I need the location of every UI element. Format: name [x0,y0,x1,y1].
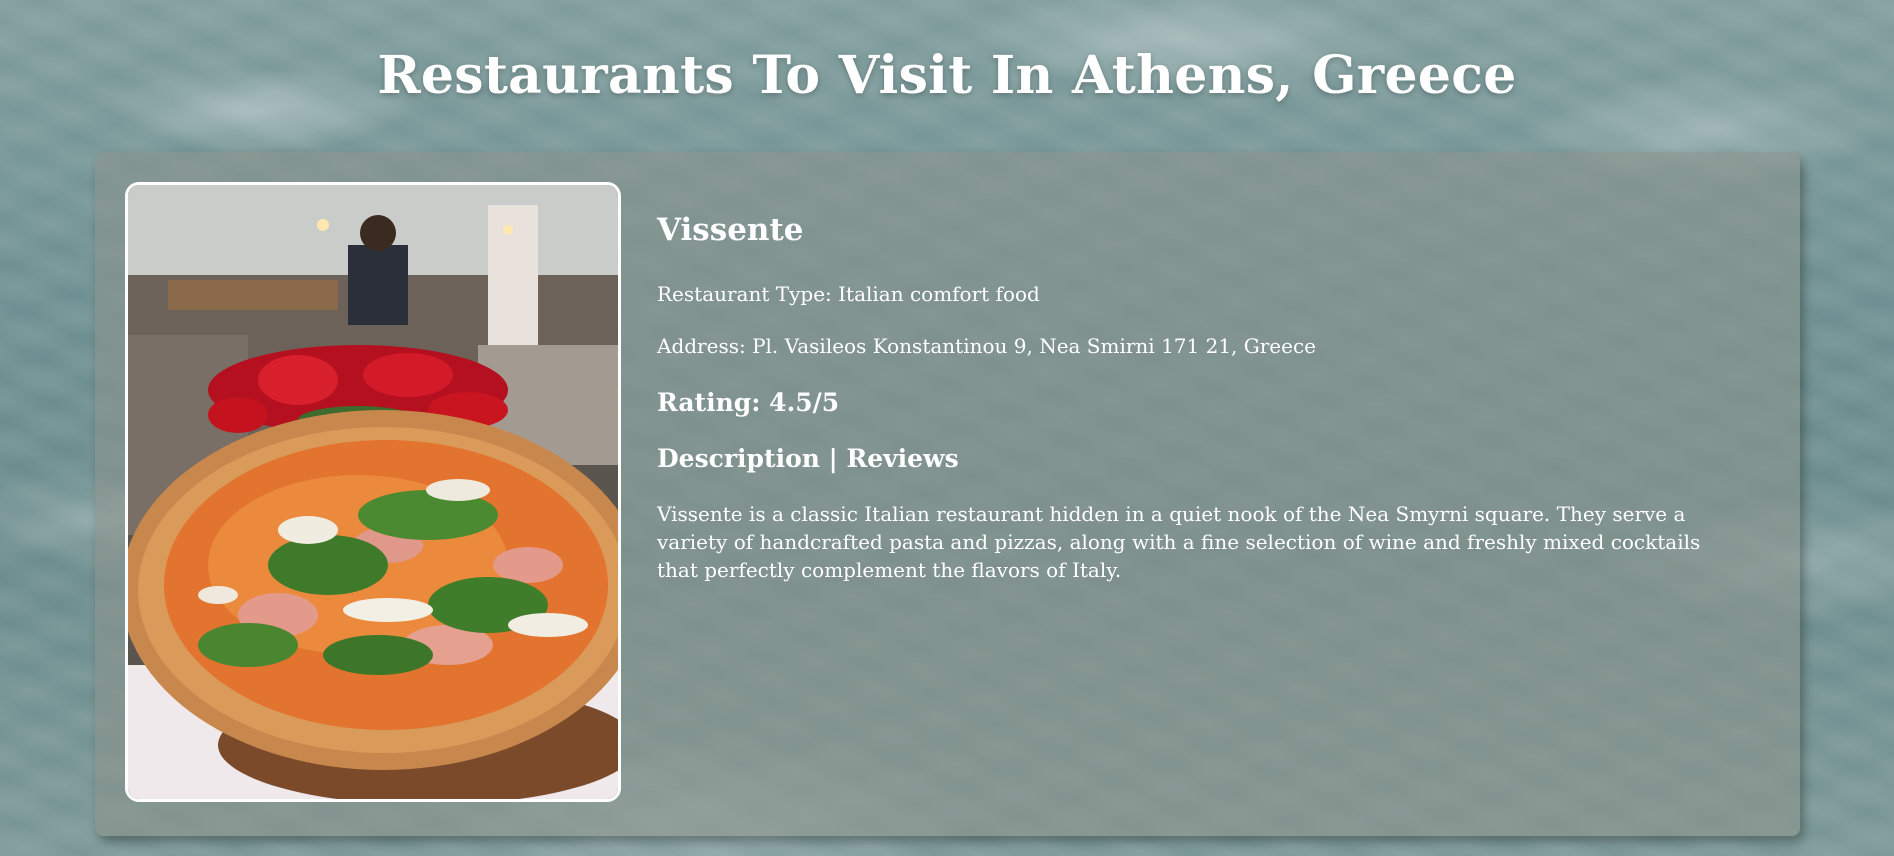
page-title: Restaurants To Visit In Athens, Greece [377,45,1517,106]
pizza-photo-image [128,185,618,799]
section-tabs: Description | Reviews [657,442,1717,476]
restaurant-type: Restaurant Type: Italian comfort food [657,282,1040,306]
restaurant-photo [125,182,621,802]
restaurant-description: Vissente is a classic Italian restaurant… [657,502,1701,582]
restaurant-info: Vissente Restaurant Type: Italian comfor… [657,210,1717,584]
restaurant-name: Vissente [657,212,804,248]
tab-description[interactable]: Description [657,444,820,473]
restaurant-rating: Rating: 4.5/5 [657,388,840,417]
restaurant-address: Address: Pl. Vasileos Konstantinou 9, Ne… [657,334,1317,358]
tab-separator: | [819,444,847,473]
restaurant-card: Vissente Restaurant Type: Italian comfor… [95,152,1800,836]
tab-reviews[interactable]: Reviews [846,444,958,473]
